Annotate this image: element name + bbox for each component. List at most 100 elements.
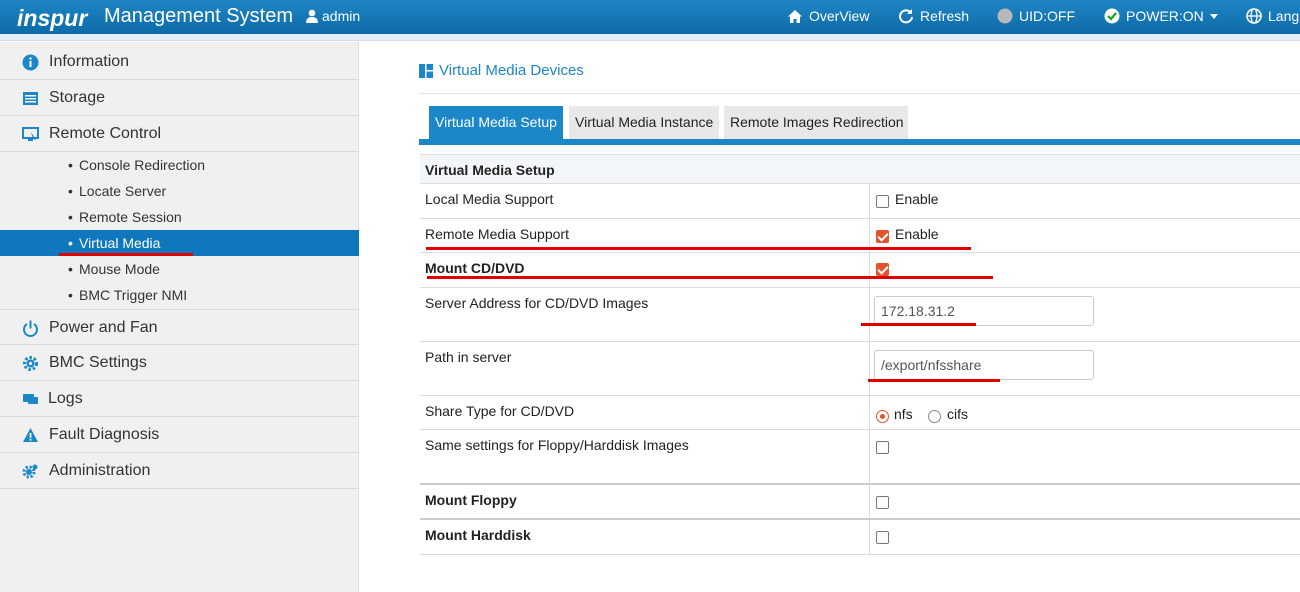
admin-gear-icon [22, 464, 38, 479]
main-content: Virtual Media Devices Virtual Media Setu… [360, 42, 1300, 592]
remote-media-checkbox[interactable] [876, 230, 889, 243]
caret-down-icon [1209, 13, 1218, 19]
table-row: Same settings for Floppy/Harddisk Images [420, 430, 1300, 485]
mount-cd-label: Mount CD/DVD [425, 260, 525, 276]
overview-label: OverView [809, 8, 870, 24]
brand-logo: inspur [17, 5, 88, 31]
info-icon [22, 54, 39, 71]
home-icon [788, 9, 802, 23]
title-divider [419, 93, 1300, 94]
globe-icon [1246, 8, 1262, 24]
cifs-radio[interactable] [928, 410, 941, 423]
mount-harddisk-checkbox[interactable] [876, 531, 889, 544]
top-bar: inspur Management System admin OverView … [0, 0, 1300, 34]
user-name: admin [322, 8, 361, 24]
table-row: Share Type for CD/DVD nfs cifs [420, 396, 1300, 430]
language-menu[interactable]: Lang [1246, 8, 1299, 24]
power-label: POWER:ON [1126, 8, 1204, 24]
sidebar-item-label: Logs [48, 390, 83, 407]
subitem-label: Remote Session [79, 209, 182, 225]
sidebar-subitem-remote-session[interactable]: • Remote Session [0, 204, 359, 230]
tab-virtual-media-instance[interactable]: Virtual Media Instance [569, 106, 719, 139]
uid-status-icon [997, 8, 1013, 24]
subitem-label: BMC Trigger NMI [79, 287, 188, 303]
annotation-underline [427, 276, 993, 279]
sidebar-subitem-mouse-mode[interactable]: • Mouse Mode [0, 256, 359, 282]
mount-floppy-checkbox[interactable] [876, 496, 889, 509]
language-label: Lang [1268, 8, 1300, 24]
sidebar-subitem-bmc-trigger-nmi[interactable]: • BMC Trigger NMI [0, 282, 359, 308]
local-media-label: Local Media Support [425, 191, 554, 207]
table-row: Mount Harddisk [420, 520, 1300, 555]
power-menu[interactable]: POWER:ON [1104, 8, 1218, 24]
page-title: Virtual Media Devices [419, 62, 584, 79]
refresh-button[interactable]: Refresh [898, 8, 969, 24]
sidebar-item-label: Remote Control [49, 125, 162, 142]
server-address-input[interactable] [874, 296, 1094, 326]
sidebar-item-storage[interactable]: Storage [0, 80, 359, 116]
subitem-label: Locate Server [79, 183, 167, 199]
sidebar-item-remote-control[interactable]: Remote Control [0, 116, 359, 152]
sidebar-item-fault-diagnosis[interactable]: Fault Diagnosis [0, 417, 359, 453]
path-input[interactable] [874, 350, 1094, 380]
annotation-underline [861, 323, 976, 326]
tab-remote-images-redirection[interactable]: Remote Images Redirection [724, 106, 908, 139]
same-settings-label: Same settings for Floppy/Harddisk Images [425, 437, 689, 453]
chat-icon [23, 394, 38, 404]
sidebar-item-label: Administration [49, 462, 151, 479]
local-media-checkbox[interactable] [876, 195, 889, 208]
share-type-label: Share Type for CD/DVD [425, 403, 575, 419]
check-icon [1104, 8, 1120, 24]
refresh-label: Refresh [920, 8, 970, 24]
app-title: Management System [104, 5, 293, 27]
subitem-label: Virtual Media [79, 235, 161, 251]
table-row: Mount CD/DVD [420, 253, 1300, 288]
mount-floppy-label: Mount Floppy [425, 492, 517, 508]
same-settings-checkbox[interactable] [876, 441, 889, 454]
nfs-label: nfs [894, 406, 913, 422]
page-title-text: Virtual Media Devices [439, 62, 584, 79]
remote-media-label: Remote Media Support [425, 226, 569, 242]
table-row: Server Address for CD/DVD Images [420, 288, 1300, 342]
sidebar-item-power-and-fan[interactable]: Power and Fan [0, 309, 359, 345]
table-row: Path in server [420, 342, 1300, 396]
refresh-icon [899, 9, 913, 24]
grid-icon [419, 63, 433, 78]
sidebar: Information Storage Remote Control • Cons… [0, 42, 359, 592]
sidebar-subitem-console-redirection[interactable]: • Console Redirection [0, 152, 359, 178]
sidebar-subitem-locate-server[interactable]: • Locate Server [0, 178, 359, 204]
sidebar-item-information[interactable]: Information [0, 44, 359, 80]
table-header: Virtual Media Setup [420, 154, 1300, 184]
remote-media-enable-label: Enable [895, 226, 939, 242]
server-address-label: Server Address for CD/DVD Images [425, 295, 649, 311]
table-row: Local Media Support Enable [420, 184, 1300, 219]
sidebar-item-label: Storage [49, 89, 106, 106]
mount-cd-checkbox[interactable] [876, 263, 889, 276]
mount-harddisk-label: Mount Harddisk [425, 527, 531, 543]
sidebar-item-bmc-settings[interactable]: BMC Settings [0, 345, 359, 381]
table-row: Mount Floppy [420, 485, 1300, 520]
header-divider [0, 34, 1300, 41]
monitor-icon [22, 127, 39, 141]
storage-icon [23, 92, 38, 105]
sidebar-item-administration[interactable]: Administration [0, 453, 359, 489]
nfs-radio[interactable] [876, 410, 889, 423]
annotation-underline [868, 379, 1000, 382]
uid-button[interactable]: UID:OFF [997, 8, 1075, 24]
overview-button[interactable]: OverView [787, 8, 869, 24]
sidebar-item-label: Fault Diagnosis [49, 426, 160, 443]
local-media-enable-label: Enable [895, 191, 939, 207]
subitem-label: Mouse Mode [79, 261, 160, 277]
power-icon [23, 320, 38, 337]
warning-icon [23, 428, 38, 442]
tab-underline [419, 139, 1300, 145]
uid-label: UID:OFF [1019, 8, 1075, 24]
sidebar-item-logs[interactable]: Logs [0, 381, 359, 417]
user-icon [306, 9, 318, 23]
tab-virtual-media-setup[interactable]: Virtual Media Setup [429, 106, 563, 139]
cifs-label: cifs [947, 406, 968, 422]
annotation-underline [426, 247, 971, 250]
sidebar-item-label: Power and Fan [49, 319, 158, 336]
user-menu[interactable]: admin [306, 8, 360, 24]
path-label: Path in server [425, 349, 512, 365]
